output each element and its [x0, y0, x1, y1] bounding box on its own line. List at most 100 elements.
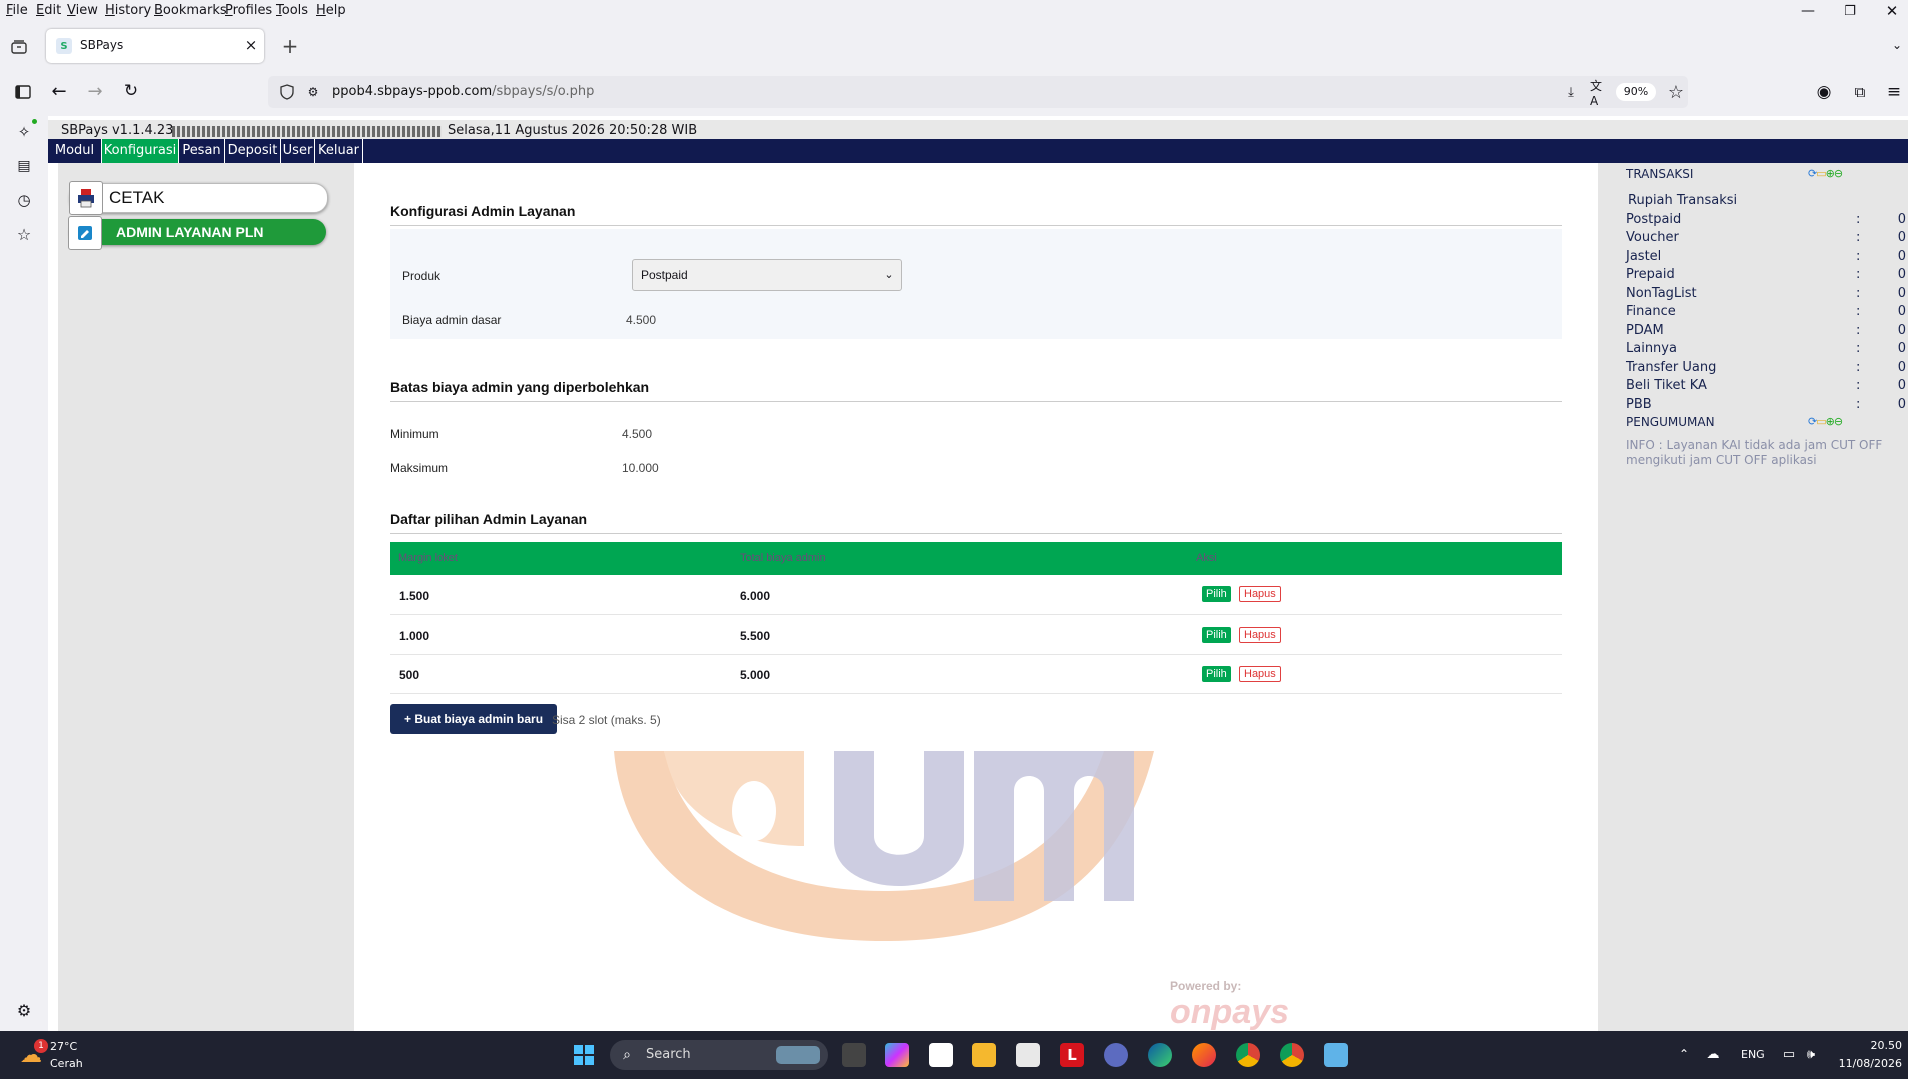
- language-indicator[interactable]: ENG: [1741, 1048, 1765, 1061]
- powered-by-label: Powered by:: [1170, 979, 1242, 993]
- restore-icon[interactable]: ❐: [1835, 2, 1865, 20]
- nav-pesan[interactable]: Pesan: [179, 139, 225, 163]
- bookmarks-icon[interactable]: ☆: [14, 224, 34, 244]
- chat-icon[interactable]: [1104, 1043, 1128, 1067]
- tab-bar: S SBPays × + ⌄: [0, 22, 1908, 70]
- admin-layanan-pln-button[interactable]: ADMIN LAYANAN PLN: [68, 216, 326, 250]
- sidebar-toggle-icon[interactable]: [14, 83, 32, 101]
- row-total: 5.000: [740, 668, 771, 682]
- menu-edit[interactable]: Edit: [36, 3, 61, 18]
- extensions-icon[interactable]: ⧉: [1850, 82, 1870, 102]
- tab-list-chevron-icon[interactable]: ⌄: [1890, 36, 1904, 54]
- bookmark-star-icon[interactable]: ☆: [1666, 82, 1686, 103]
- produk-label: Produk: [402, 269, 441, 283]
- row-total: 5.500: [740, 629, 771, 643]
- url-domain: ppob4.sbpays-ppob.com: [332, 84, 493, 99]
- hapus-button[interactable]: Hapus: [1239, 586, 1281, 602]
- volume-icon[interactable]: 🕪: [1802, 1045, 1820, 1063]
- settings-icon[interactable]: ⚙: [14, 1000, 34, 1020]
- tab-sbpays[interactable]: S SBPays ×: [46, 29, 264, 63]
- app-datetime: Selasa,11 Agustus 2026 20:50:28 WIB: [448, 123, 698, 138]
- tab-close-icon[interactable]: ×: [242, 36, 260, 54]
- biaya-dasar-label: Biaya admin dasar: [402, 313, 502, 327]
- cetak-button[interactable]: CETAK: [69, 181, 328, 215]
- synced-tabs-icon[interactable]: ▤: [14, 156, 34, 176]
- right-panel: TRANSAKSI ⟳▭⊕⊖ Rupiah Transaksi Postpaid…: [1598, 163, 1908, 1031]
- forward-icon[interactable]: →: [85, 81, 105, 102]
- product-panel: Produk Postpaid ⌄ Biaya admin dasar 4.50…: [390, 229, 1562, 339]
- reload-icon[interactable]: ↻: [121, 81, 141, 101]
- maksimum-label: Maksimum: [390, 461, 449, 475]
- pengumuman-widget-icons[interactable]: ⟳▭⊕⊖: [1808, 415, 1843, 428]
- history-icon[interactable]: ◷: [14, 190, 34, 210]
- edge-icon[interactable]: [1148, 1043, 1172, 1067]
- transaksi-widget-icons[interactable]: ⟳▭⊕⊖: [1808, 167, 1843, 180]
- search-placeholder: Search: [646, 1047, 691, 1062]
- clock-time[interactable]: 20.50: [1868, 1039, 1903, 1052]
- ai-chatbot-icon[interactable]: ✧: [14, 122, 34, 142]
- taskbar-search[interactable]: ⌕ Search: [610, 1040, 828, 1070]
- row-margin: 1.000: [399, 629, 430, 643]
- firefox-icon[interactable]: [1192, 1043, 1216, 1067]
- store-icon[interactable]: [1016, 1043, 1040, 1067]
- page-info-icon[interactable]: ⚙: [304, 83, 322, 101]
- tab-title: SBPays: [80, 38, 124, 52]
- produk-select[interactable]: Postpaid ⌄: [632, 259, 902, 291]
- row-margin: 500: [399, 668, 420, 682]
- url-bar[interactable]: ⚙ ppob4.sbpays-ppob.com/sbpays/s/o.php ⤓…: [268, 76, 1688, 108]
- menu-tools[interactable]: Tools: [276, 3, 308, 18]
- tray-chevron-icon[interactable]: ⌃: [1676, 1045, 1692, 1063]
- close-window-icon[interactable]: ✕: [1877, 2, 1907, 20]
- url-path: /sbpays/s/o.php: [492, 84, 595, 99]
- table-header: Margin loket Total biaya admin Aksi: [390, 542, 1562, 575]
- menu-file[interactable]: File: [6, 3, 28, 18]
- tab-overview-icon[interactable]: [10, 38, 28, 56]
- chrome-icon[interactable]: [1236, 1043, 1260, 1067]
- config-title: Konfigurasi Admin Layanan: [390, 203, 576, 219]
- chrome-profile-icon[interactable]: [1280, 1043, 1304, 1067]
- browser-sidebar: ✧ ▤ ◷ ☆ ⚙: [0, 116, 48, 1031]
- save-page-icon[interactable]: ⤓: [1562, 83, 1580, 101]
- menu-history[interactable]: History: [105, 3, 151, 18]
- pilih-button[interactable]: Pilih: [1202, 627, 1231, 643]
- copilot-icon[interactable]: [885, 1043, 909, 1067]
- daftar-title: Daftar pilihan Admin Layanan: [390, 511, 588, 527]
- nav-user[interactable]: User: [281, 139, 315, 163]
- nav-keluar[interactable]: Keluar: [315, 139, 363, 163]
- snipping-tool-icon[interactable]: [929, 1043, 953, 1067]
- app-menu-icon[interactable]: ≡: [1884, 82, 1904, 102]
- nav-deposit[interactable]: Deposit: [225, 139, 281, 163]
- task-view-icon[interactable]: [842, 1043, 866, 1067]
- menu-bar: File Edit View History Bookmarks Profile…: [0, 0, 1908, 22]
- app-l-icon[interactable]: L: [1060, 1043, 1084, 1067]
- nav-modul[interactable]: Modul: [48, 139, 102, 163]
- back-icon[interactable]: ←: [49, 81, 69, 102]
- pilih-button[interactable]: Pilih: [1202, 666, 1231, 682]
- minimize-icon[interactable]: —: [1793, 2, 1823, 20]
- nav-bar: ← → ↻ ⚙ ppob4.sbpays-ppob.com/sbpays/s/o…: [0, 70, 1908, 116]
- row-margin: 1.500: [399, 589, 430, 603]
- network-icon[interactable]: ▭: [1780, 1045, 1798, 1063]
- onedrive-icon[interactable]: ☁: [1704, 1045, 1722, 1063]
- menu-view[interactable]: View: [67, 3, 98, 18]
- pilih-button[interactable]: Pilih: [1202, 586, 1231, 602]
- clock-date[interactable]: 11/08/2026: [1838, 1057, 1902, 1070]
- menu-bookmarks[interactable]: Bookmarks: [154, 3, 227, 18]
- new-tab-icon[interactable]: +: [280, 34, 300, 58]
- printer-icon: [69, 181, 103, 215]
- add-admin-fee-button[interactable]: + Buat biaya admin baru: [390, 704, 558, 734]
- shield-icon[interactable]: [278, 83, 296, 101]
- menu-help[interactable]: Help: [316, 3, 346, 18]
- table-row: 500 5.000 Pilih Hapus: [390, 655, 1562, 695]
- start-icon[interactable]: [572, 1043, 596, 1067]
- chevron-down-icon: ⌄: [884, 268, 894, 281]
- file-explorer-icon[interactable]: [972, 1043, 996, 1067]
- notepad-icon[interactable]: [1324, 1043, 1348, 1067]
- translate-icon[interactable]: 文A: [1590, 79, 1608, 108]
- zoom-indicator[interactable]: 90%: [1616, 83, 1656, 101]
- hapus-button[interactable]: Hapus: [1239, 666, 1281, 682]
- account-icon[interactable]: ◉: [1814, 82, 1834, 102]
- hapus-button[interactable]: Hapus: [1239, 627, 1281, 643]
- nav-konfigurasi[interactable]: Konfigurasi: [102, 139, 179, 163]
- menu-profiles[interactable]: Profiles: [225, 3, 272, 18]
